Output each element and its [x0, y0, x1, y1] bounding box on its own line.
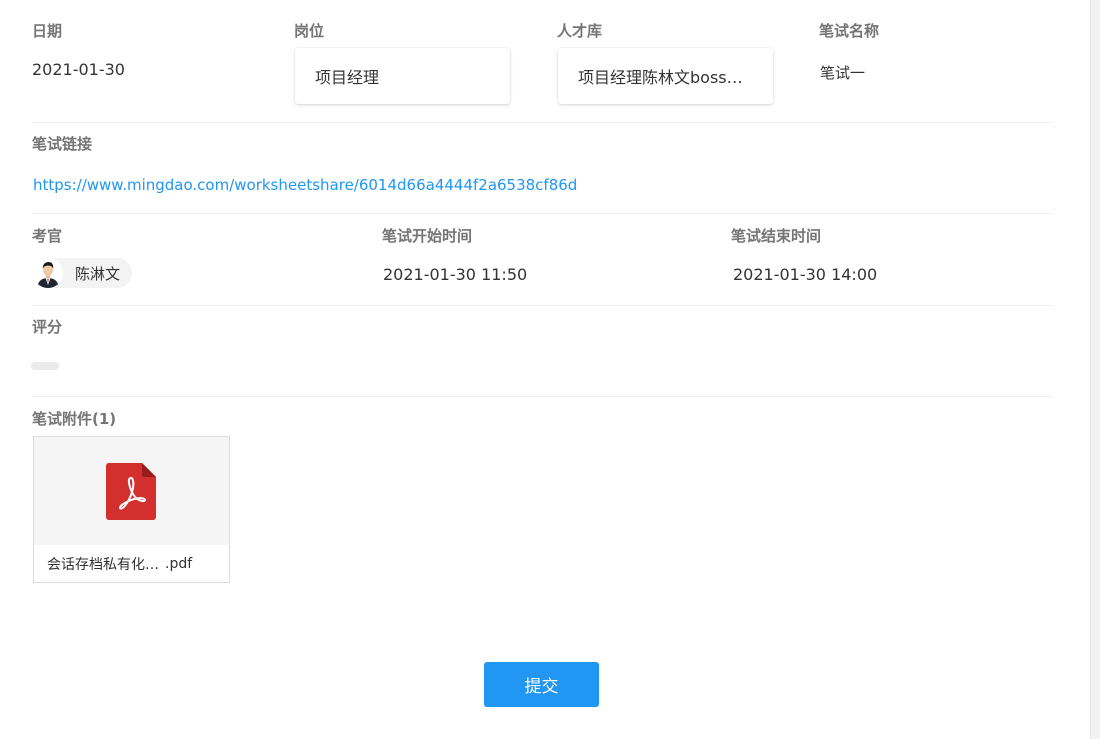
exam-record-form: 日期 2021-01-30 岗位 项目经理 人才库 项目经理陈林文boss直聘 … — [0, 0, 1100, 739]
end-time-value: 2021-01-30 14:00 — [733, 265, 878, 284]
user-photo-icon — [33, 258, 63, 288]
pdf-icon — [106, 463, 156, 520]
attachment-preview — [34, 437, 229, 545]
start-time-value: 2021-01-30 11:50 — [383, 265, 528, 284]
examiner-name: 陈淋文 — [75, 264, 121, 283]
avatar — [33, 258, 63, 288]
talent-pool-label: 人才库 — [557, 22, 603, 40]
talent-pool-relation-card[interactable]: 项目经理陈林文boss直聘 — [558, 48, 773, 104]
date-value: 2021-01-30 — [32, 60, 125, 79]
divider — [32, 396, 1053, 397]
exam-name-label: 笔试名称 — [819, 22, 880, 40]
position-relation-card[interactable]: 项目经理 — [295, 48, 510, 104]
examiner-user-chip[interactable]: 陈淋文 — [33, 258, 133, 288]
attachments-label: 笔试附件(1) — [32, 410, 117, 428]
start-time-label: 笔试开始时间 — [382, 227, 473, 245]
examiner-label: 考官 — [32, 227, 63, 245]
attachment-name: 会话存档私有化… — [47, 556, 159, 573]
attachment-filename: 会话存档私有化… .pdf — [34, 545, 229, 582]
divider — [32, 305, 1053, 306]
position-label: 岗位 — [294, 22, 325, 40]
date-label: 日期 — [32, 22, 63, 40]
score-rating-empty[interactable] — [31, 362, 59, 370]
divider — [32, 213, 1053, 214]
exam-link-label: 笔试链接 — [32, 135, 93, 153]
score-label: 评分 — [32, 318, 63, 336]
divider — [32, 122, 1053, 123]
exam-link[interactable]: https://www.mingdao.com/worksheetshare/6… — [33, 176, 577, 194]
talent-pool-value: 项目经理陈林文boss直聘 — [578, 68, 759, 87]
exam-name-value: 笔试一 — [820, 64, 866, 82]
attachment-extension: .pdf — [165, 555, 193, 572]
submit-button[interactable]: 提交 — [484, 662, 599, 707]
end-time-label: 笔试结束时间 — [731, 227, 822, 245]
scrollbar[interactable] — [1090, 0, 1100, 739]
attachment-card[interactable]: 会话存档私有化… .pdf — [33, 436, 230, 583]
position-value: 项目经理 — [315, 68, 380, 87]
